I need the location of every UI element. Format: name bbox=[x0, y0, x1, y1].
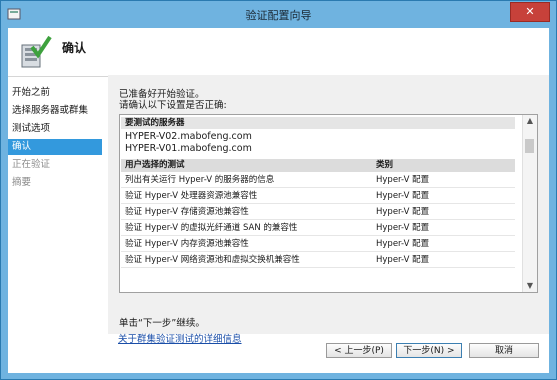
settings-list[interactable]: 要测试的服务器 HYPER-V02.mabofeng.com HYPER-V01… bbox=[119, 114, 538, 293]
title-bar[interactable]: 验证配置向导 ✕ bbox=[1, 1, 556, 28]
test-name: 验证 Hyper-V 网络资源池和虚拟交换机兼容性 bbox=[125, 255, 300, 265]
table-row: 列出有关运行 Hyper-V 的服务器的信息 Hyper-V 配置 bbox=[121, 172, 515, 188]
page-title: 确认 bbox=[62, 41, 87, 55]
test-category: Hyper-V 配置 bbox=[376, 207, 430, 217]
table-row: 验证 Hyper-V 存储资源池兼容性 Hyper-V 配置 bbox=[121, 204, 515, 220]
test-name: 验证 Hyper-V 的虚拟光纤通道 SAN 的兼容性 bbox=[125, 223, 298, 233]
close-button[interactable]: ✕ bbox=[510, 2, 550, 22]
server-item: HYPER-V02.mabofeng.com bbox=[125, 131, 252, 142]
test-name: 验证 Hyper-V 存储资源池兼容性 bbox=[125, 207, 249, 217]
cancel-button[interactable]: 取消 bbox=[469, 343, 539, 358]
wizard-window: 验证配置向导 ✕ 确认 开始之前 选择服务器或群集 测试选项 确认 正在验证 摘… bbox=[0, 0, 557, 380]
confirmation-panel: 已准备好开始验证。 请确认以下设置是否正确: 要测试的服务器 HYPER-V02… bbox=[108, 75, 549, 334]
confirm-settings-text: 请确认以下设置是否正确: bbox=[119, 100, 227, 111]
table-row: 验证 Hyper-V 处理器资源池兼容性 Hyper-V 配置 bbox=[121, 188, 515, 204]
test-category: Hyper-V 配置 bbox=[376, 175, 430, 185]
test-category: Hyper-V 配置 bbox=[376, 223, 430, 233]
test-name: 列出有关运行 Hyper-V 的服务器的信息 bbox=[125, 175, 275, 185]
next-button[interactable]: 下一步(N) > bbox=[396, 343, 462, 358]
tests-table-header: 用户选择的测试 类别 bbox=[121, 159, 515, 172]
table-row: 验证 Hyper-V 的虚拟光纤通道 SAN 的兼容性 Hyper-V 配置 bbox=[121, 220, 515, 236]
wizard-client: 确认 开始之前 选择服务器或群集 测试选项 确认 正在验证 摘要 已准备好开始验… bbox=[8, 28, 549, 373]
validation-info-link[interactable]: 关于群集验证测试的详细信息 bbox=[118, 331, 242, 345]
step-confirmation[interactable]: 确认 bbox=[8, 139, 102, 155]
back-button[interactable]: < 上一步(P) bbox=[326, 343, 392, 358]
wizard-check-icon bbox=[21, 35, 52, 68]
test-category: Hyper-V 配置 bbox=[376, 239, 430, 249]
test-category: Hyper-V 配置 bbox=[376, 191, 430, 201]
column-header-test: 用户选择的测试 bbox=[125, 160, 185, 170]
window-title: 验证配置向导 bbox=[245, 9, 312, 22]
step-validating: 正在验证 bbox=[12, 159, 51, 170]
test-category: Hyper-V 配置 bbox=[376, 255, 430, 265]
wizard-header: 确认 bbox=[8, 28, 549, 76]
table-row: 验证 Hyper-V 网络资源池和虚拟交换机兼容性 Hyper-V 配置 bbox=[121, 252, 515, 268]
column-header-category: 类别 bbox=[376, 160, 394, 170]
test-name: 验证 Hyper-V 内存资源池兼容性 bbox=[125, 239, 249, 249]
scroll-up-icon[interactable]: ▲ bbox=[523, 115, 537, 127]
step-summary: 摘要 bbox=[12, 177, 32, 188]
step-select-servers[interactable]: 选择服务器或群集 bbox=[8, 103, 102, 119]
step-before-begin[interactable]: 开始之前 bbox=[8, 85, 102, 101]
step-test-options[interactable]: 测试选项 bbox=[8, 121, 102, 137]
servers-header: 要测试的服务器 bbox=[121, 117, 515, 129]
table-row: 验证 Hyper-V 内存资源池兼容性 Hyper-V 配置 bbox=[121, 236, 515, 252]
scroll-thumb[interactable] bbox=[525, 139, 534, 153]
continue-instruction: 单击“下一步”继续。 bbox=[119, 318, 205, 329]
vertical-scrollbar[interactable]: ▲ ▼ bbox=[522, 115, 537, 292]
scroll-down-icon[interactable]: ▼ bbox=[523, 280, 537, 292]
server-item: HYPER-V01.mabofeng.com bbox=[125, 143, 252, 154]
test-name: 验证 Hyper-V 处理器资源池兼容性 bbox=[125, 191, 258, 201]
wizard-steps: 开始之前 选择服务器或群集 测试选项 确认 正在验证 摘要 bbox=[8, 82, 104, 322]
